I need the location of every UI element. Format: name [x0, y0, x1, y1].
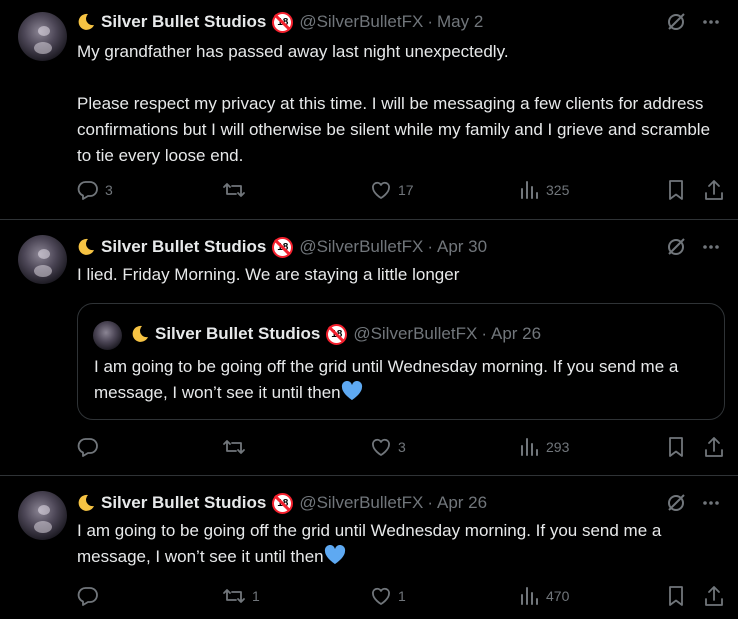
like-count: 17: [398, 182, 414, 198]
view-count: 470: [546, 588, 570, 604]
more-icon[interactable]: [702, 13, 720, 31]
tweet-date[interactable]: May 2: [437, 12, 483, 32]
retweet-button[interactable]: 1: [222, 585, 260, 607]
tweet-header: Silver Bullet Studios 18 @SilverBulletFX…: [77, 236, 487, 258]
like-button[interactable]: 3: [370, 436, 406, 458]
grok-icon[interactable]: [666, 12, 686, 32]
reply-count: 3: [105, 182, 113, 198]
author-name[interactable]: Silver Bullet Studios: [101, 237, 266, 257]
no-under-18-icon: 18: [272, 11, 294, 33]
reply-button[interactable]: [77, 585, 105, 607]
blue-heart-icon: [324, 544, 346, 573]
quoted-author-handle: @SilverBulletFX: [353, 324, 478, 343]
quoted-author-name: Silver Bullet Studios: [155, 324, 321, 343]
share-button[interactable]: [703, 585, 725, 607]
reply-button[interactable]: 3: [77, 179, 113, 201]
avatar[interactable]: [18, 235, 67, 284]
quoted-tweet-date: Apr 26: [491, 324, 542, 343]
no-under-18-icon: 18: [326, 323, 348, 345]
avatar[interactable]: [18, 12, 67, 61]
separator-dot: ·: [427, 12, 433, 31]
crescent-moon-icon: [77, 238, 95, 256]
tweet-text: I am going to be going off the grid unti…: [77, 518, 727, 573]
tweet-text: My grandfather has passed away last nigh…: [77, 42, 711, 165]
quoted-tweet-header: Silver Bullet Studios 18 @SilverBulletFX…: [131, 323, 541, 345]
retweet-button[interactable]: [222, 179, 252, 201]
quoted-tweet[interactable]: Silver Bullet Studios 18 @SilverBulletFX…: [77, 303, 725, 420]
header-actions: [666, 237, 720, 257]
quoted-tweet-text: I am going to be going off the grid unti…: [94, 354, 714, 409]
retweet-count: 1: [252, 588, 260, 604]
views-button[interactable]: 293: [518, 436, 569, 458]
tweet-actions: 3 17 325: [77, 179, 727, 201]
views-button[interactable]: 470: [518, 585, 569, 607]
tweet[interactable]: Silver Bullet Studios 18 @SilverBulletFX…: [0, 0, 738, 220]
header-actions: [666, 493, 720, 513]
more-icon[interactable]: [702, 494, 720, 512]
like-count: 3: [398, 439, 406, 455]
view-count: 293: [546, 439, 570, 455]
crescent-moon-icon: [131, 325, 149, 343]
tweet-date[interactable]: Apr 30: [437, 237, 487, 257]
author-handle[interactable]: @SilverBulletFX: [299, 237, 423, 257]
crescent-moon-icon: [77, 13, 95, 31]
quoted-avatar: [93, 321, 122, 350]
bookmark-button[interactable]: [666, 179, 686, 201]
separator-dot: ·: [481, 324, 487, 343]
grok-icon[interactable]: [666, 237, 686, 257]
blue-heart-icon: [341, 380, 363, 409]
no-under-18-icon: 18: [272, 492, 294, 514]
author-handle[interactable]: @SilverBulletFX: [299, 493, 423, 513]
tweet-text: I lied. Friday Morning. We are staying a…: [77, 265, 460, 284]
views-button[interactable]: 325: [518, 179, 569, 201]
tweet-actions: 3 293: [77, 436, 727, 458]
bookmark-button[interactable]: [666, 585, 686, 607]
quoted-text-body: I am going to be going off the grid unti…: [94, 357, 679, 402]
tweet-actions: 1 1 470: [77, 585, 727, 607]
like-button[interactable]: 17: [370, 179, 414, 201]
separator-dot: ·: [427, 493, 433, 512]
tweet[interactable]: Silver Bullet Studios 18 @SilverBulletFX…: [0, 476, 738, 619]
tweet-header: Silver Bullet Studios 18 @SilverBulletFX…: [77, 11, 483, 33]
like-count: 1: [398, 588, 406, 604]
tweet-date[interactable]: Apr 26: [437, 493, 487, 513]
tweet-header: Silver Bullet Studios 18 @SilverBulletFX…: [77, 492, 487, 514]
separator-dot: ·: [427, 237, 433, 256]
author-name[interactable]: Silver Bullet Studios: [101, 493, 266, 513]
tweet-text-body: I am going to be going off the grid unti…: [77, 521, 662, 566]
no-under-18-icon: 18: [272, 236, 294, 258]
avatar[interactable]: [18, 491, 67, 540]
bookmark-button[interactable]: [666, 436, 686, 458]
retweet-button[interactable]: [222, 436, 252, 458]
tweet[interactable]: Silver Bullet Studios 18 @SilverBulletFX…: [0, 220, 738, 476]
like-button[interactable]: 1: [370, 585, 406, 607]
reply-button[interactable]: [77, 436, 105, 458]
view-count: 325: [546, 182, 570, 198]
share-button[interactable]: [703, 179, 725, 201]
author-name[interactable]: Silver Bullet Studios: [101, 12, 266, 32]
crescent-moon-icon: [77, 494, 95, 512]
more-icon[interactable]: [702, 238, 720, 256]
author-handle[interactable]: @SilverBulletFX: [299, 12, 423, 32]
header-actions: [666, 12, 720, 32]
share-button[interactable]: [703, 436, 725, 458]
grok-icon[interactable]: [666, 493, 686, 513]
